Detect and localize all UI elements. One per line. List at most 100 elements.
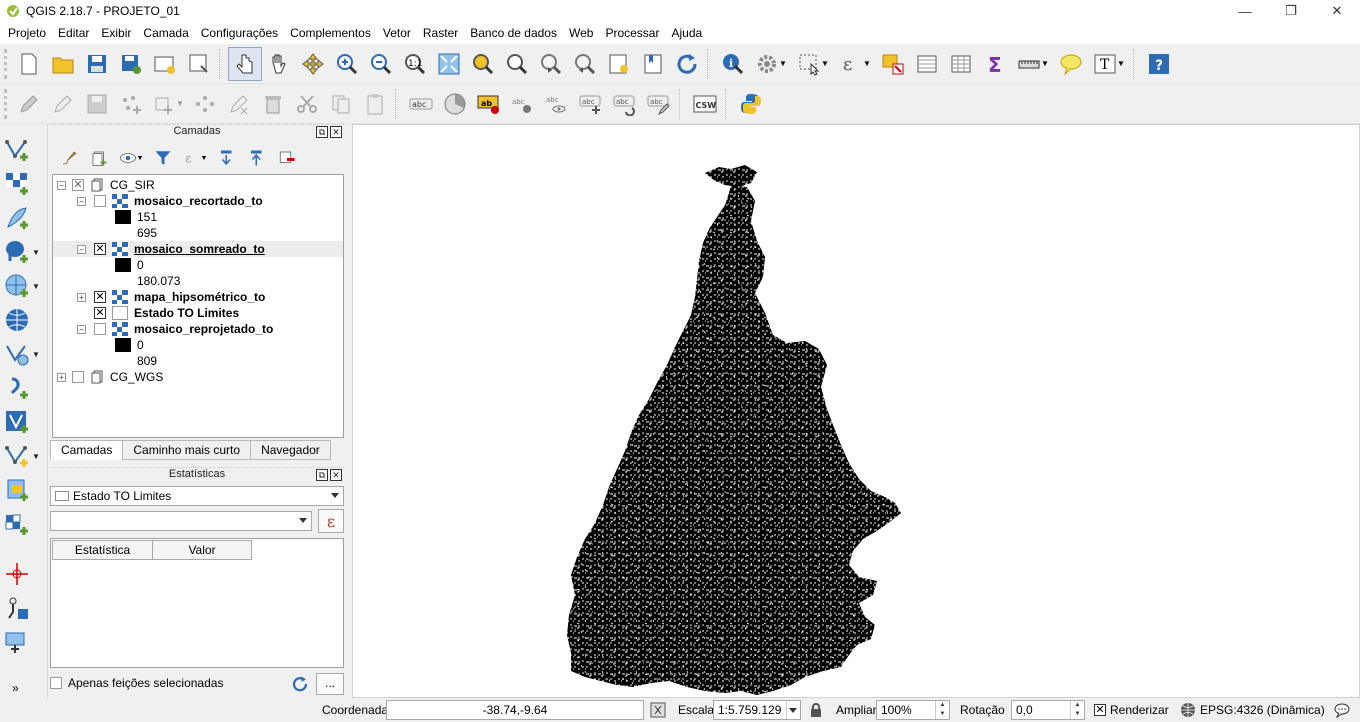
expand-toggle[interactable]: + <box>57 372 66 382</box>
python-console-button[interactable] <box>734 87 768 121</box>
pan-select-button[interactable] <box>228 46 262 81</box>
menu-processar[interactable]: Processar <box>599 26 665 40</box>
layer-row[interactable]: + ✕ mapa_hipsométrico_to <box>77 289 265 305</box>
remove-layer-button[interactable] <box>274 145 300 171</box>
magnifier-spinbox[interactable]: 100% ▲ ▼ <box>876 700 950 720</box>
menu-projeto[interactable]: Projeto <box>2 26 52 40</box>
menu-complementos[interactable]: Complementos <box>284 26 377 40</box>
copy-features-button[interactable] <box>324 87 358 121</box>
render-checkbox[interactable]: ✕ <box>1094 704 1106 716</box>
add-group-button[interactable] <box>86 145 112 171</box>
recalculate-button[interactable] <box>288 673 312 695</box>
measure-button[interactable]: ▼ <box>1012 47 1054 81</box>
add-wms-layer-button[interactable]: ▼ <box>4 270 44 302</box>
layer-row[interactable]: ✕ Estado TO Limites <box>94 305 239 321</box>
collapse-all-button[interactable] <box>244 145 270 171</box>
menu-banco-de-dados[interactable]: Banco de dados <box>464 26 563 40</box>
zoom-in-button[interactable] <box>330 47 364 81</box>
more-options-button[interactable]: ... <box>316 673 344 695</box>
add-spatialite-layer-button[interactable] <box>4 202 44 234</box>
new-shapefile-button[interactable]: ▼ <box>4 440 44 472</box>
collapse-toggle[interactable]: − <box>77 196 86 206</box>
toggle-editing-button[interactable] <box>46 87 80 121</box>
new-bookmark-button[interactable] <box>602 47 636 81</box>
filter-legend-button[interactable] <box>150 145 176 171</box>
close-panel-button[interactable]: ✕ <box>330 126 342 138</box>
filter-by-expression-button[interactable]: ε ▼ <box>180 145 210 171</box>
save-as-button[interactable] <box>114 47 148 81</box>
zoom-full-button[interactable] <box>432 47 466 81</box>
rotate-label-button[interactable]: abc <box>608 87 642 121</box>
add-oracle-layer-button[interactable] <box>4 474 44 506</box>
statistical-summary-button[interactable] <box>944 47 978 81</box>
save-project-button[interactable] <box>80 47 114 81</box>
menu-editar[interactable]: Editar <box>52 26 95 40</box>
composer-manager-button[interactable] <box>182 47 216 81</box>
zoom-to-layer-button[interactable] <box>500 47 534 81</box>
expand-all-button[interactable] <box>214 145 240 171</box>
menu-exibir[interactable]: Exibir <box>95 26 137 40</box>
node-tool-button[interactable] <box>188 87 222 121</box>
refresh-button[interactable] <box>670 47 704 81</box>
layer-checkbox[interactable] <box>94 323 106 335</box>
deselect-features-button[interactable] <box>876 47 910 81</box>
layer-row[interactable]: − mosaico_recortado_to <box>77 193 263 209</box>
zoom-last-button[interactable] <box>534 47 568 81</box>
tab-camadas[interactable]: Camadas <box>50 440 124 460</box>
expression-button[interactable]: ε <box>318 509 344 533</box>
expand-toggle[interactable]: + <box>77 292 86 302</box>
selected-only-checkbox[interactable] <box>50 677 62 689</box>
crs-button[interactable]: EPSG:4326 (Dinâmica) <box>1180 702 1325 718</box>
group-checkbox[interactable] <box>72 371 84 383</box>
select-by-expression-button[interactable]: ε ▼ <box>834 47 876 81</box>
move-feature-button[interactable]: ▼ <box>148 87 188 121</box>
move-label-button[interactable]: abc <box>574 87 608 121</box>
collapse-toggle[interactable]: − <box>57 180 66 190</box>
group-checkbox[interactable]: ✕ <box>72 179 84 191</box>
delete-selected-button[interactable] <box>256 87 290 121</box>
add-wfs-layer-button[interactable]: ▼ <box>4 338 44 370</box>
tab-navegador[interactable]: Navegador <box>250 440 331 460</box>
collapse-toggle[interactable]: − <box>77 324 86 334</box>
add-vector-layer-button[interactable] <box>4 134 44 166</box>
help-button[interactable]: ? <box>1142 47 1176 81</box>
spin-arrows-icon[interactable]: ▲ ▼ <box>1070 701 1084 719</box>
layer-checkbox[interactable]: ✕ <box>94 307 106 319</box>
coordinate-capture-button[interactable] <box>4 626 44 658</box>
pin-labels-button[interactable]: abc <box>506 87 540 121</box>
menu-ajuda[interactable]: Ajuda <box>665 26 708 40</box>
open-attribute-table-button[interactable] <box>910 47 944 81</box>
float-panel-button[interactable]: ⧉ <box>316 126 328 138</box>
stats-layer-select[interactable]: Estado TO Limites <box>50 486 344 506</box>
lock-scale-button[interactable] <box>806 700 826 720</box>
spin-arrows-icon[interactable]: ▲ ▼ <box>935 701 949 719</box>
menu-raster[interactable]: Raster <box>417 26 464 40</box>
stats-header-value[interactable]: Valor <box>152 540 252 560</box>
layer-labeling-button[interactable]: abc <box>404 87 438 121</box>
cut-features-button[interactable] <box>290 87 324 121</box>
add-wcs-layer-button[interactable] <box>4 304 44 336</box>
selected-only-option[interactable]: Apenas feições selecionadas <box>50 676 223 690</box>
identify-features-button[interactable]: i <box>716 47 750 81</box>
layer-diagram-button[interactable] <box>438 87 472 121</box>
stats-field-select[interactable] <box>50 511 312 531</box>
close-button[interactable]: ✕ <box>1314 0 1360 22</box>
minimize-button[interactable]: — <box>1222 0 1268 22</box>
text-annotation-button[interactable]: T ▼ <box>1088 47 1130 81</box>
layer-checkbox[interactable]: ✕ <box>94 291 106 303</box>
new-project-button[interactable] <box>12 47 46 81</box>
new-print-composer-button[interactable] <box>148 47 182 81</box>
layer-row[interactable]: − mosaico_reprojetado_to <box>77 321 273 337</box>
coordinate-field[interactable]: -38.74,-9.64 <box>386 700 644 720</box>
open-project-button[interactable] <box>46 47 80 81</box>
collapse-toggle[interactable]: − <box>77 244 86 254</box>
zoom-next-button[interactable] <box>568 47 602 81</box>
highlight-pinned-labels-button[interactable]: ab <box>472 87 506 121</box>
save-layer-edits-button[interactable] <box>80 87 114 121</box>
layer-row-selected[interactable]: − ✕ mosaico_somreado_to <box>53 241 343 257</box>
messages-button[interactable] <box>1332 700 1352 720</box>
scale-select[interactable]: 1:5.759.129 <box>713 700 801 720</box>
menu-web[interactable]: Web <box>563 26 599 40</box>
group-row[interactable]: − ✕ CG_SIR <box>57 177 155 193</box>
georeferencer-button[interactable] <box>4 558 44 590</box>
